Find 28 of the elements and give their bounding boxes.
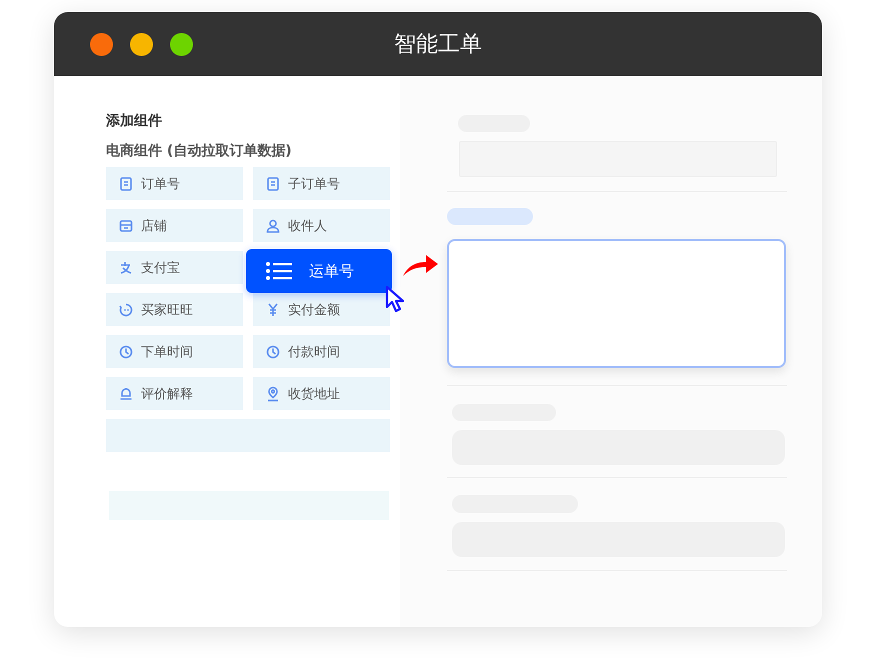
component-tile[interactable]: 付款时间 (253, 335, 390, 368)
chat-icon (118, 302, 134, 318)
clock-icon (265, 344, 281, 360)
component-tile[interactable]: 订单号 (106, 167, 243, 200)
arrow-icon (402, 254, 439, 278)
component-tile[interactable]: 实付金额 (253, 293, 390, 326)
component-tile[interactable]: 收货地址 (253, 377, 390, 410)
window-control[interactable] (90, 32, 113, 56)
component-tile[interactable]: 评价解释 (106, 377, 243, 410)
window-control[interactable] (130, 32, 153, 56)
person-icon (265, 218, 281, 234)
document-icon (118, 176, 134, 192)
window-control[interactable] (170, 32, 193, 56)
component-tile[interactable]: 买家旺旺 (106, 293, 243, 326)
component-tile[interactable]: 子订单号 (253, 167, 390, 200)
document-icon (265, 176, 281, 192)
clock-icon (118, 344, 134, 360)
component-tile[interactable]: 收件人 (253, 209, 390, 242)
component-tile[interactable]: 店铺 (106, 209, 243, 242)
component-tile[interactable]: 支付宝 (106, 251, 243, 284)
location-pin-icon (265, 386, 281, 402)
section-heading: 电商组件 (自动拉取订单数据) (106, 142, 293, 160)
window-title: 智能工单 (394, 32, 482, 57)
component-tile[interactable]: 下单时间 (106, 335, 243, 368)
store-icon (118, 218, 134, 234)
list-icon (266, 261, 292, 281)
dragged-component[interactable]: 运单号 (246, 249, 392, 293)
panel-heading: 添加组件 (106, 112, 163, 130)
